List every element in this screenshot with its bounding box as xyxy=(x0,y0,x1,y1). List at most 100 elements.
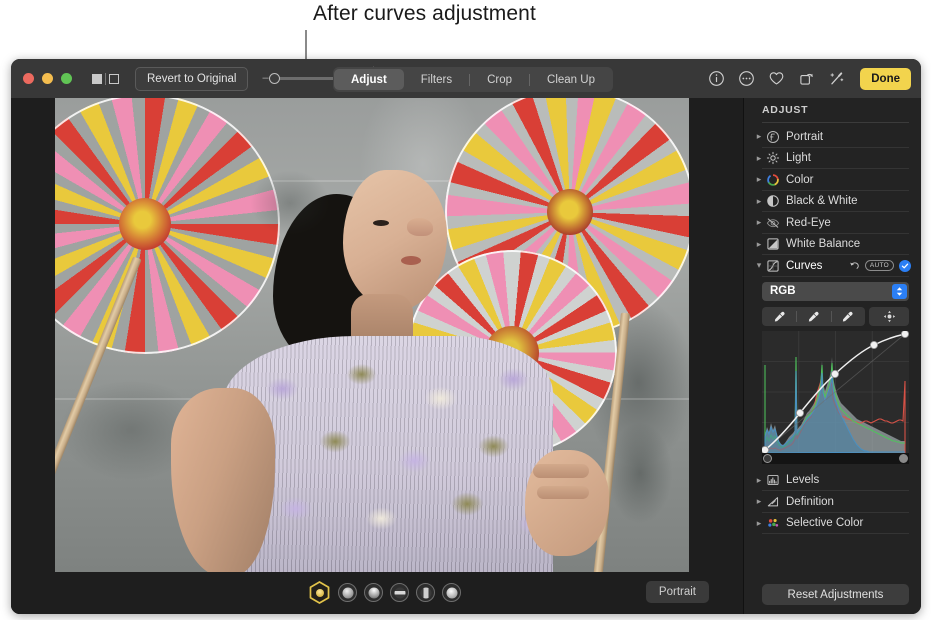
minimize-window-button[interactable] xyxy=(42,73,53,84)
subject-finger xyxy=(533,464,589,478)
chevron-right-icon[interactable]: ▸ xyxy=(754,217,764,228)
edit-mode-tabs: Adjust Filters Crop Clean Up xyxy=(333,67,613,92)
edited-photo[interactable] xyxy=(55,98,689,572)
curves-graph xyxy=(762,330,909,453)
curves-auto-button[interactable]: AUTO xyxy=(864,260,894,272)
sidebar-item-selective-color[interactable]: ▸ Selective Color xyxy=(744,513,921,535)
portrait-lighting-contour-light[interactable] xyxy=(364,583,383,602)
sidebar-item-levels[interactable]: ▸ Levels xyxy=(744,470,921,492)
subject-eye xyxy=(373,220,389,226)
maximize-window-button[interactable] xyxy=(61,73,72,84)
chevron-right-icon[interactable]: ▸ xyxy=(754,475,764,486)
chevron-down-icon[interactable]: ▾ xyxy=(754,260,764,271)
zoom-slider-knob[interactable] xyxy=(268,72,280,84)
auto-enhance-icon[interactable] xyxy=(828,70,845,87)
reset-adjustments-button[interactable]: Reset Adjustments xyxy=(762,584,909,605)
chevron-right-icon[interactable]: ▸ xyxy=(754,131,764,142)
rotate-icon[interactable] xyxy=(798,70,815,87)
sidebar-title: ADJUST xyxy=(762,104,809,116)
portrait-toggle-button[interactable]: Portrait xyxy=(645,581,709,603)
sidebar-item-black-and-white[interactable]: ▸ Black & White xyxy=(744,191,921,213)
portrait-f-stop-icon xyxy=(767,130,779,143)
wall-shadow xyxy=(235,158,345,248)
portrait-lighting-high-key-mono[interactable] xyxy=(442,583,461,602)
toolbar-right-icons: Done xyxy=(708,59,911,98)
gray-point-eyedropper-icon xyxy=(808,311,819,322)
black-point-eyedropper-button[interactable] xyxy=(762,307,796,326)
done-button[interactable]: Done xyxy=(860,67,911,90)
revert-arrow-icon[interactable] xyxy=(849,260,860,271)
bottom-toolbar: Portrait xyxy=(11,572,744,614)
subject-finger xyxy=(537,486,589,499)
sidebar-item-white-balance[interactable]: ▸ White Balance xyxy=(744,234,921,256)
chevron-right-icon[interactable]: ▸ xyxy=(754,496,764,507)
curves-row-controls: AUTO xyxy=(849,259,911,272)
zoom-slider-track[interactable] xyxy=(268,72,340,84)
callout-text: After curves adjustment xyxy=(313,2,536,25)
sidebar-item-black-and-white-label: Black & White xyxy=(786,195,858,208)
chevron-right-icon[interactable]: ▸ xyxy=(754,153,764,164)
eye-slash-icon xyxy=(766,218,780,228)
eyedropper-group xyxy=(762,306,865,326)
lighting-preview xyxy=(368,587,379,598)
curves-endpoint-bar[interactable] xyxy=(762,452,909,464)
favorite-heart-icon[interactable] xyxy=(768,70,785,87)
more-options-icon[interactable] xyxy=(738,70,755,87)
white-point-eyedropper-button[interactable] xyxy=(830,307,865,326)
levels-icon xyxy=(767,475,779,486)
lighting-preview xyxy=(420,587,431,598)
curves-histogram[interactable] xyxy=(762,330,909,453)
curves-channel-select[interactable]: RGB xyxy=(762,281,909,301)
add-control-point-icon xyxy=(883,310,895,322)
curve-control-point xyxy=(870,340,879,349)
portrait-lighting-thumbnails xyxy=(308,581,461,604)
curves-icon xyxy=(767,260,779,272)
gray-point-eyedropper-button[interactable] xyxy=(796,307,830,326)
lighting-preview xyxy=(342,587,353,598)
sidebar-item-color[interactable]: ▸ Color xyxy=(744,169,921,191)
sidebar-item-light[interactable]: ▸ Light xyxy=(744,148,921,170)
done-button-label: Done xyxy=(871,72,900,85)
photos-editor-window: Revert to Original – + Adjust Filters Cr… xyxy=(11,59,921,614)
add-control-point-button[interactable] xyxy=(869,306,909,326)
lighting-preview xyxy=(394,587,405,598)
sidebar-item-red-eye-label: Red-Eye xyxy=(786,216,831,229)
chevron-right-icon[interactable]: ▸ xyxy=(754,196,764,207)
portrait-lighting-studio-light[interactable] xyxy=(338,583,357,602)
curves-black-point-handle[interactable] xyxy=(763,453,772,463)
adjust-sidebar: ADJUST ▸ Portrait ▸ Light ▸ Color ▸ Blac… xyxy=(743,98,921,614)
curve-control-point xyxy=(762,445,769,453)
tab-filters[interactable]: Filters xyxy=(404,69,469,90)
chevron-right-icon[interactable]: ▸ xyxy=(754,174,764,185)
curves-enabled-checkbox[interactable] xyxy=(899,259,911,272)
compare-view-toggle[interactable] xyxy=(92,72,119,85)
outline-square-icon xyxy=(109,73,119,84)
sidebar-item-color-label: Color xyxy=(786,173,814,186)
zoom-out-icon[interactable]: – xyxy=(262,73,268,84)
tab-adjust[interactable]: Adjust xyxy=(334,69,404,90)
chevron-right-icon[interactable]: ▸ xyxy=(754,239,764,250)
portrait-lighting-natural-light[interactable] xyxy=(308,581,331,604)
sidebar-item-selective-color-label: Selective Color xyxy=(786,517,864,530)
select-stepper-icon[interactable] xyxy=(892,283,907,299)
info-icon[interactable] xyxy=(708,70,725,87)
tab-clean-up[interactable]: Clean Up xyxy=(530,69,612,90)
sidebar-item-portrait[interactable]: ▸ Portrait xyxy=(744,126,921,148)
chevron-up-down-icon xyxy=(896,286,903,296)
sun-icon xyxy=(766,152,780,165)
close-window-button[interactable] xyxy=(23,73,34,84)
chevron-right-icon[interactable]: ▸ xyxy=(754,518,764,529)
photo-canvas xyxy=(11,98,744,614)
tab-crop[interactable]: Crop xyxy=(470,69,529,90)
portrait-lighting-stage-light[interactable] xyxy=(390,583,409,602)
revert-to-original-button[interactable]: Revert to Original xyxy=(135,66,249,91)
sidebar-item-definition[interactable]: ▸ Definition xyxy=(744,491,921,513)
curves-eyedropper-row xyxy=(762,306,909,326)
portrait-lighting-stage-light-mono[interactable] xyxy=(416,583,435,602)
sidebar-item-portrait-label: Portrait xyxy=(786,130,824,143)
curves-white-point-handle[interactable] xyxy=(899,453,908,463)
sidebar-item-curves[interactable]: ▾ Curves AUTO xyxy=(744,255,921,277)
black-point-eyedropper-icon xyxy=(774,311,785,322)
sidebar-item-red-eye[interactable]: ▸ Red-Eye xyxy=(744,212,921,234)
wall-shadow xyxy=(595,398,685,548)
